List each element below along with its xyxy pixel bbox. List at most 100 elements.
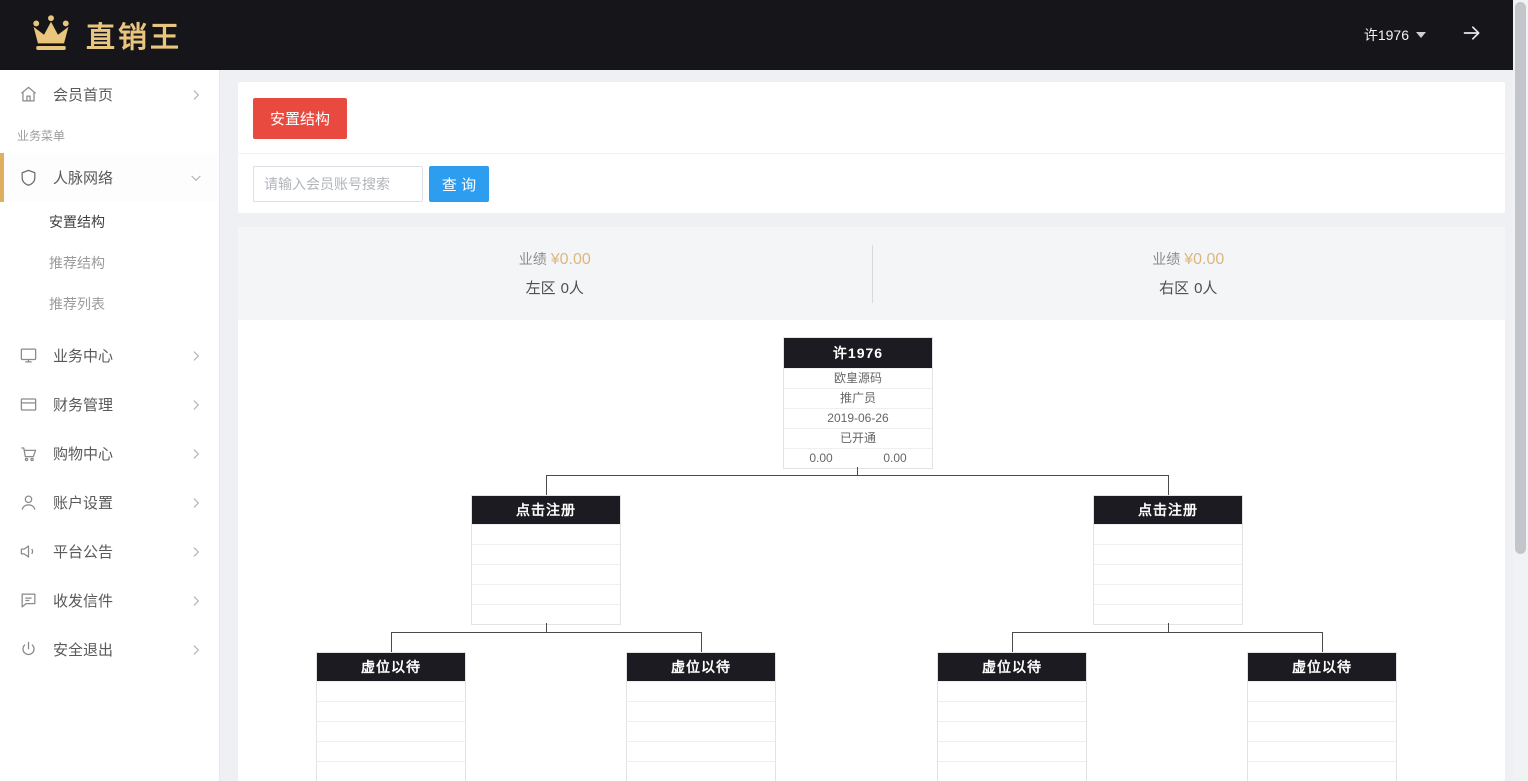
sidebar-item-finance[interactable]: 财务管理	[0, 380, 219, 429]
root-node-row: 推广员	[784, 388, 932, 408]
node-row	[472, 584, 620, 604]
placement-tree: 许1976 欧皇源码 推广员 2019-06-26 已开通 0.00 0.00 …	[238, 320, 1505, 781]
chevron-right-icon	[189, 88, 203, 102]
sidebar-item-shopping[interactable]: 购物中心	[0, 429, 219, 478]
sidebar-item-announcements[interactable]: 平台公告	[0, 527, 219, 576]
root-node-row: 已开通	[784, 428, 932, 448]
tree-grandchild-node: 虚位以待	[1247, 652, 1397, 781]
vacant-node-header: 虚位以待	[1248, 653, 1396, 681]
zone-label: 右区	[1159, 280, 1189, 297]
sidebar-item-logout[interactable]: 安全退出	[0, 625, 219, 674]
vacant-node-header: 虚位以待	[317, 653, 465, 681]
vacant-node-header: 虚位以待	[627, 653, 775, 681]
node-row	[1248, 741, 1396, 761]
sidebar: 会员首页 业务菜单 人脉网络 安置结构 推荐结构 推荐列表 业务中心 财务管理	[0, 70, 220, 781]
node-row	[1094, 544, 1242, 564]
performance-label: 业绩	[1152, 251, 1180, 267]
vertical-scrollbar[interactable]	[1513, 0, 1528, 781]
logout-arrow-icon[interactable]	[1460, 23, 1484, 48]
right-zone-stats: 业绩¥0.00 右区0人	[872, 249, 1506, 298]
structure-card: 业绩¥0.00 左区 0人 业绩¥0.00 右区0人 许1976 欧皇源码	[238, 227, 1505, 781]
node-row	[1248, 721, 1396, 741]
node-row	[938, 761, 1086, 781]
tree-connector	[1012, 632, 1013, 652]
sidebar-subitem-referral-structure[interactable]: 推荐结构	[0, 243, 219, 284]
register-node-header[interactable]: 点击注册	[1094, 496, 1242, 524]
user-icon	[19, 493, 38, 512]
message-icon	[19, 591, 38, 610]
sidebar-item-label: 平台公告	[53, 541, 189, 562]
right-performance-value: 0.00	[858, 449, 932, 468]
placement-structure-button[interactable]: 安置结构	[253, 98, 347, 139]
node-row	[317, 721, 465, 741]
node-row	[1094, 564, 1242, 584]
node-row	[938, 721, 1086, 741]
member-search-input[interactable]	[253, 166, 423, 202]
chevron-down-icon	[1416, 32, 1426, 38]
scrollbar-thumb[interactable]	[1515, 2, 1526, 554]
vacant-node-header: 虚位以待	[938, 653, 1086, 681]
node-row	[317, 701, 465, 721]
username: 许1976	[1364, 25, 1409, 45]
node-row	[317, 681, 465, 701]
node-row	[627, 741, 775, 761]
node-row	[1248, 761, 1396, 781]
tree-grandchild-node: 虚位以待	[626, 652, 776, 781]
node-row	[317, 761, 465, 781]
sidebar-subitem-placement-structure[interactable]: 安置结构	[0, 202, 219, 243]
register-node-header[interactable]: 点击注册	[472, 496, 620, 524]
tree-connector	[391, 632, 701, 633]
root-node-row: 欧皇源码	[784, 368, 932, 388]
left-performance-value: 0.00	[784, 449, 858, 468]
stats-divider	[872, 245, 873, 303]
node-row	[1248, 701, 1396, 721]
sidebar-item-network[interactable]: 人脉网络	[0, 153, 219, 202]
node-row	[472, 564, 620, 584]
node-row	[1248, 681, 1396, 701]
node-row	[938, 681, 1086, 701]
node-row	[938, 741, 1086, 761]
sidebar-item-label: 财务管理	[53, 394, 189, 415]
sidebar-item-messages[interactable]: 收发信件	[0, 576, 219, 625]
zone-count: 0人	[561, 280, 584, 297]
tree-connector	[857, 467, 858, 475]
tree-root-node: 许1976 欧皇源码 推广员 2019-06-26 已开通 0.00 0.00	[783, 337, 933, 469]
node-row	[1094, 604, 1242, 624]
node-row	[627, 681, 775, 701]
root-node-name[interactable]: 许1976	[784, 338, 932, 368]
tree-connector	[1322, 632, 1323, 652]
sidebar-item-member-home[interactable]: 会员首页	[0, 70, 219, 119]
monitor-icon	[19, 346, 38, 365]
sidebar-section-label: 业务菜单	[0, 119, 219, 153]
node-row	[1094, 584, 1242, 604]
shield-icon	[19, 168, 38, 187]
performance-amount: ¥0.00	[1184, 251, 1224, 268]
tree-connector	[1168, 623, 1169, 632]
power-icon	[19, 640, 38, 659]
node-row	[472, 524, 620, 544]
node-row	[472, 544, 620, 564]
node-row	[317, 741, 465, 761]
sidebar-item-account-settings[interactable]: 账户设置	[0, 478, 219, 527]
main-content: 安置结构 查 询 业绩¥0.00 左区0人 业绩¥0.00	[220, 70, 1513, 781]
node-row	[938, 701, 1086, 721]
zone-stats: 业绩¥0.00 左区 0人 业绩¥0.00 右区0人	[238, 227, 1505, 320]
app-header: 直销王 许1976	[0, 0, 1528, 70]
chevron-right-icon	[189, 545, 203, 559]
sidebar-item-label: 购物中心	[53, 443, 189, 464]
zone-label: 左区	[526, 280, 556, 297]
chevron-right-icon	[189, 349, 203, 363]
crown-icon	[28, 13, 74, 58]
node-row	[1094, 524, 1242, 544]
chevron-right-icon	[189, 643, 203, 657]
search-button[interactable]: 查 询	[429, 166, 489, 202]
sidebar-subitem-referral-list[interactable]: 推荐列表	[0, 284, 219, 325]
toolbar-card: 安置结构 查 询	[238, 82, 1505, 213]
chevron-right-icon	[189, 447, 203, 461]
chevron-down-icon	[189, 171, 203, 185]
sidebar-item-business-center[interactable]: 业务中心	[0, 331, 219, 380]
user-menu[interactable]: 许1976	[1364, 25, 1426, 45]
sidebar-item-label: 会员首页	[53, 84, 189, 105]
brand-logo: 直销王	[28, 13, 182, 58]
tree-connector	[1012, 632, 1322, 633]
